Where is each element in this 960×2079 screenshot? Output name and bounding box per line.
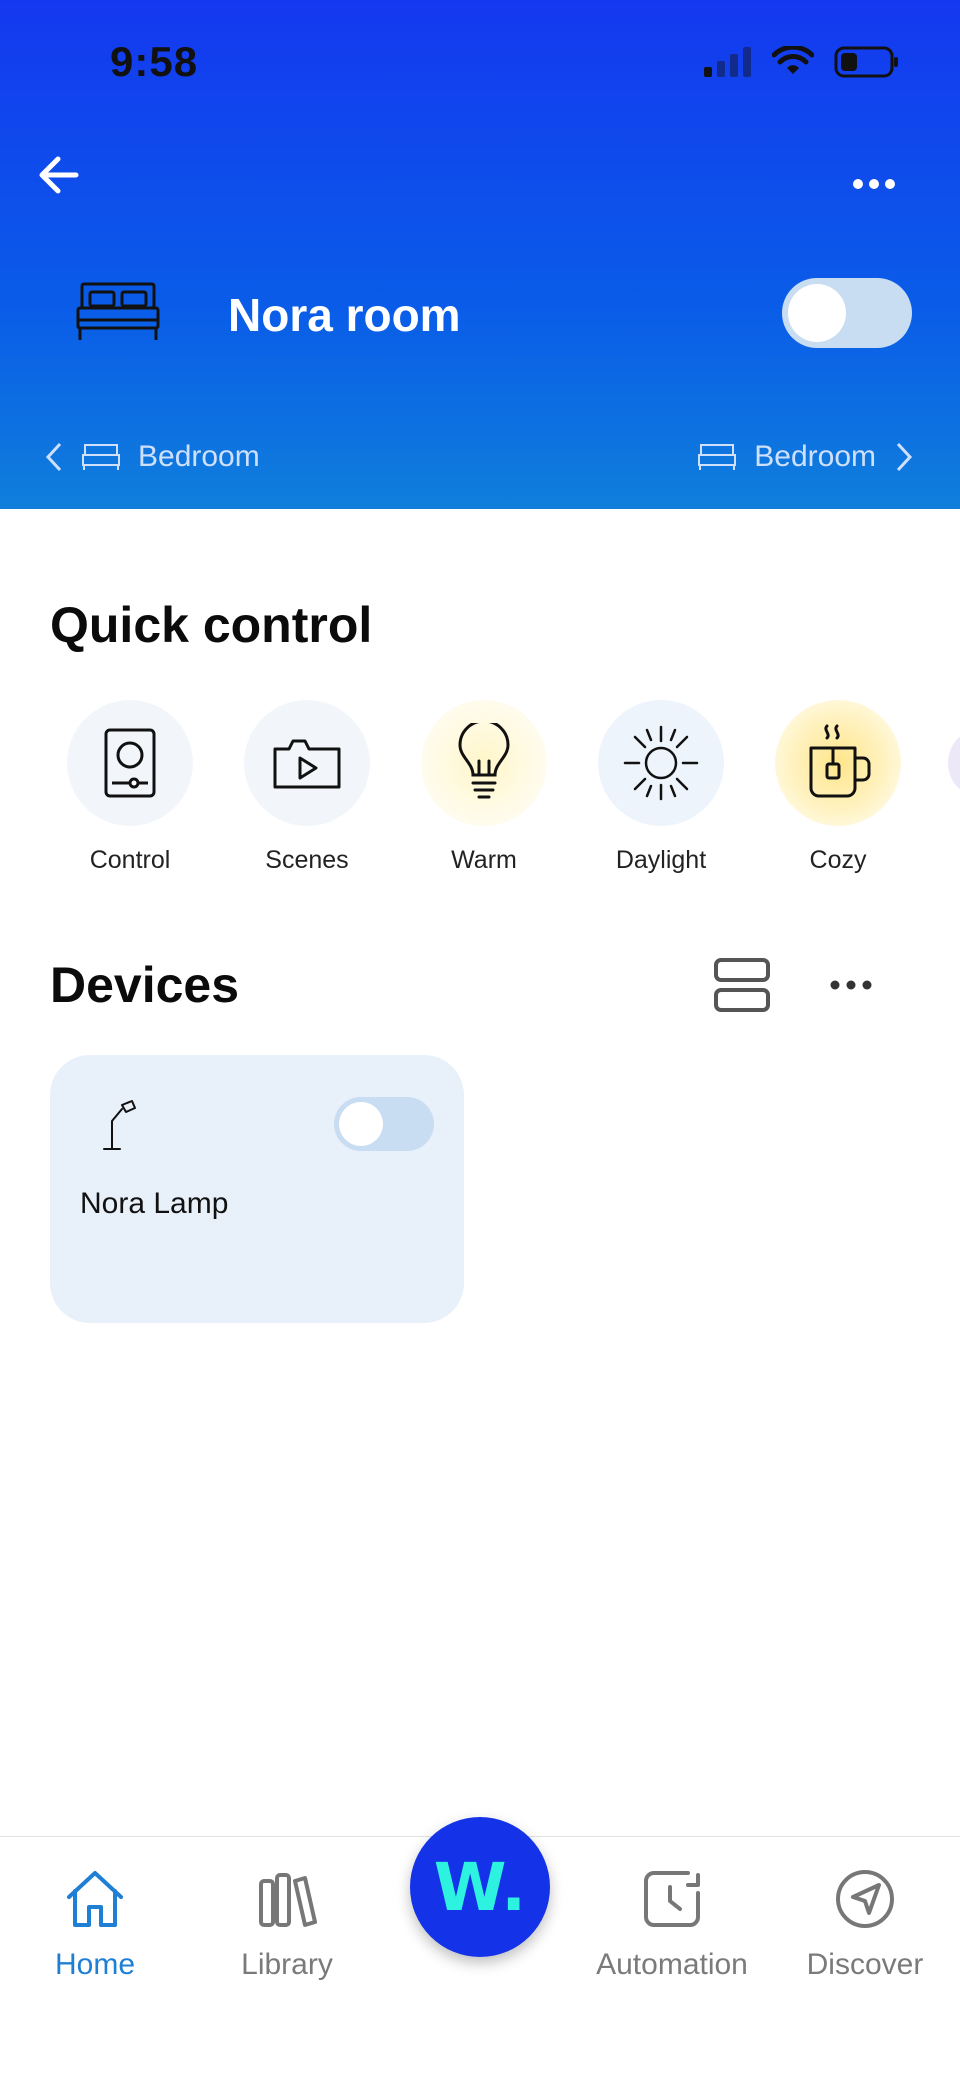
- device-card[interactable]: Nora Lamp: [50, 1055, 464, 1323]
- status-icons: [704, 46, 900, 78]
- quick-control-label: Control: [89, 846, 171, 874]
- previous-room-link[interactable]: Bedroom: [44, 440, 260, 474]
- room-header: 9:58 Nora room Bedroom Bedroom: [0, 0, 960, 509]
- quick-control-scenes[interactable]: Scenes: [227, 700, 387, 875]
- back-arrow-icon[interactable]: [36, 150, 96, 200]
- tea-cup-icon: [809, 724, 871, 798]
- more-options-icon[interactable]: [844, 168, 904, 200]
- chevron-right-icon: [896, 442, 913, 472]
- scenes-icon: [273, 739, 341, 789]
- bed-small-icon: [698, 444, 737, 470]
- desk-lamp-icon: [103, 1100, 136, 1150]
- battery-icon: [834, 46, 898, 78]
- home-icon: [67, 1871, 123, 1927]
- quick-control-label: Scenes: [265, 846, 349, 874]
- quick-control-list: Control Scenes Warm Daylight Cozy: [50, 700, 960, 900]
- tab-label: Home: [54, 1948, 136, 1981]
- devices-more-icon[interactable]: [828, 975, 874, 995]
- wifi-icon: [772, 46, 814, 74]
- status-time: 9:58: [110, 38, 199, 85]
- quick-control-warm[interactable]: Warm: [404, 700, 564, 875]
- devices-title: Devices: [50, 957, 240, 1013]
- bed-small-icon: [82, 444, 120, 470]
- tab-home[interactable]: Home: [10, 1867, 180, 1982]
- sun-icon: [623, 725, 699, 801]
- quick-control-daylight[interactable]: Daylight: [581, 700, 741, 875]
- quick-control-circle: [421, 700, 547, 826]
- device-name: Nora Lamp: [80, 1187, 229, 1220]
- next-room-label: Bedroom: [754, 440, 876, 473]
- home-assistant-button[interactable]: W.: [410, 1817, 550, 1957]
- brand-logo-text: W.: [433, 1848, 527, 1926]
- tab-label: Automation: [596, 1948, 748, 1981]
- quick-control-circle: [244, 700, 370, 826]
- quick-control-circle: [775, 700, 901, 826]
- automation-icon: [644, 1871, 700, 1927]
- bed-icon: [76, 282, 160, 340]
- remote-icon: [104, 728, 156, 798]
- previous-room-label: Bedroom: [138, 440, 260, 473]
- tab-automation[interactable]: Automation: [587, 1867, 757, 1982]
- signal-icon: [704, 47, 751, 77]
- tab-discover[interactable]: Discover: [780, 1867, 950, 1982]
- chevron-left-icon: [45, 442, 62, 472]
- quick-control-control[interactable]: Control: [50, 700, 210, 875]
- quick-control-label: Cozy: [809, 846, 867, 874]
- tab-label: Discover: [806, 1948, 924, 1981]
- quick-control-title: Quick control: [50, 597, 373, 653]
- room-power-toggle[interactable]: [782, 278, 912, 348]
- quick-control-circle: [67, 700, 193, 826]
- device-power-toggle[interactable]: [334, 1097, 434, 1151]
- bulb-icon: [458, 723, 510, 799]
- toggle-knob: [339, 1102, 383, 1146]
- next-room-link[interactable]: Bedroom: [698, 440, 914, 474]
- quick-control-label: Daylight: [615, 846, 707, 874]
- quick-control-cozy[interactable]: Cozy: [758, 700, 918, 875]
- quick-control-partial-item[interactable]: [948, 730, 960, 796]
- quick-control-circle: [598, 700, 724, 826]
- discover-icon: [836, 1870, 894, 1928]
- tab-label: Library: [241, 1948, 333, 1981]
- tab-library[interactable]: Library: [202, 1867, 372, 1982]
- room-title: Nora room: [228, 289, 461, 341]
- view-layout-icon[interactable]: [712, 956, 772, 1014]
- library-icon: [259, 1873, 317, 1927]
- quick-control-label: Warm: [451, 846, 517, 874]
- toggle-knob: [788, 284, 846, 342]
